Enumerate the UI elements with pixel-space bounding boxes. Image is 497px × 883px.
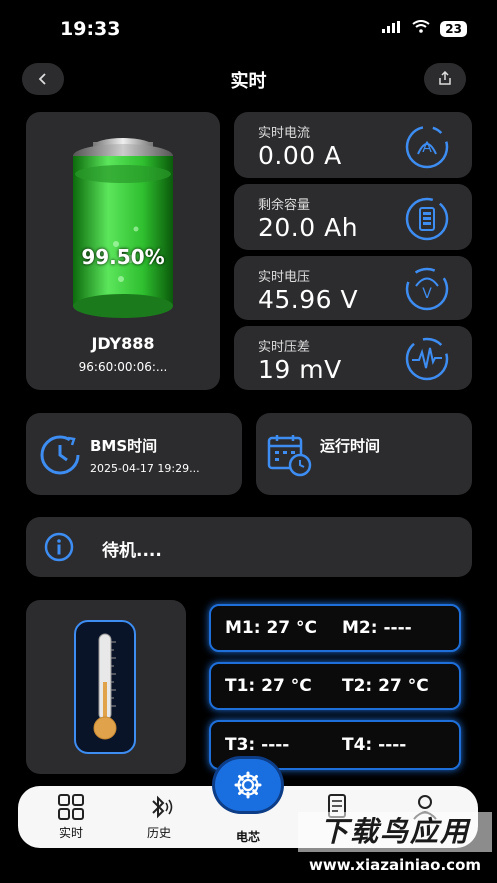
metric-label: 剩余容量 [258, 198, 311, 213]
device-name: JDY888 [91, 334, 155, 353]
thermometer-icon [93, 633, 117, 740]
wave-gauge-icon [405, 337, 449, 381]
metric-voltage-card: 实时电压 45.96 V V [234, 256, 472, 320]
metric-label: 实时压差 [258, 340, 311, 355]
metric-value: 0.00 A [258, 141, 342, 170]
bms-time-card[interactable]: BMS时间 2025-04-17 19:29... [26, 413, 242, 495]
metric-current-card: 实时电流 0.00 A A [234, 112, 472, 178]
temp-m1: M1: 27 °C [225, 618, 318, 638]
bms-time-title: BMS时间 [90, 437, 158, 455]
temp-t2: T2: 27 °C [342, 676, 429, 696]
cells-center-button[interactable] [215, 759, 281, 811]
battery-graphic [73, 138, 173, 318]
tab-history[interactable]: 历史 [124, 794, 194, 841]
svg-text:A: A [422, 140, 432, 156]
share-icon [438, 70, 452, 89]
metric-label: 实时电流 [258, 126, 311, 141]
tab-label: 历史 [146, 826, 171, 840]
signal-icon [382, 20, 402, 37]
info-icon [44, 532, 74, 562]
watermark-title: 下载鸟应用 [298, 812, 492, 852]
svg-text:V: V [422, 286, 432, 302]
battery-status: 23 [440, 20, 467, 37]
tab-label: 电芯 [235, 830, 260, 844]
temp-row-t12: T1: 27 °C T2: 27 °C [209, 662, 461, 710]
status-time: 19:33 [60, 18, 121, 40]
watermark-url: www.xiazainiao.com [298, 854, 492, 876]
bms-time-value: 2025-04-17 19:29... [90, 462, 200, 475]
temp-t1: T1: 27 °C [225, 676, 312, 696]
temp-t4: T4: ---- [342, 735, 407, 755]
metric-label: 实时电压 [258, 270, 311, 285]
temp-t3: T3: ---- [225, 735, 290, 755]
grid-icon [58, 794, 84, 820]
metric-value: 19 mV [258, 355, 342, 384]
status-card: 待机.... [26, 517, 472, 577]
metric-capacity-card: 剩余容量 20.0 Ah [234, 184, 472, 250]
tab-label: 实时 [58, 826, 83, 840]
device-mac: 96:60:00:06:... [78, 360, 168, 374]
tab-realtime[interactable]: 实时 [36, 794, 106, 841]
status-icons: 23 [382, 20, 467, 37]
calendar-clock-icon [267, 435, 312, 477]
run-time-title: 运行时间 [320, 437, 381, 455]
metric-value: 20.0 Ah [258, 213, 359, 242]
temp-m2: M2: ---- [342, 618, 412, 638]
metric-value: 45.96 V [258, 285, 359, 314]
thermometer-card [26, 600, 186, 774]
battery-capacity-icon [405, 197, 449, 241]
wifi-icon [412, 20, 430, 37]
page-title: 实时 [230, 71, 267, 92]
gear-icon [234, 771, 262, 799]
battery-percent: 99.50% [81, 245, 165, 269]
watermark: 下载鸟应用 www.xiazainiao.com [298, 812, 492, 880]
temp-row-m: M1: 27 °C M2: ---- [209, 604, 461, 652]
run-time-card[interactable]: 运行时间 [256, 413, 472, 495]
metric-voltage-diff-card: 实时压差 19 mV [234, 326, 472, 390]
voltmeter-icon: V [405, 267, 449, 311]
tab-cells[interactable]: 电芯 [213, 828, 283, 845]
battery-card: 99.50% JDY888 96:60:00:06:... [26, 112, 220, 390]
bluetooth-icon [152, 795, 173, 819]
status-text: 待机.... [102, 541, 162, 561]
clock-icon [40, 435, 80, 475]
share-button[interactable] [424, 63, 466, 95]
ammeter-icon: A [405, 125, 449, 169]
